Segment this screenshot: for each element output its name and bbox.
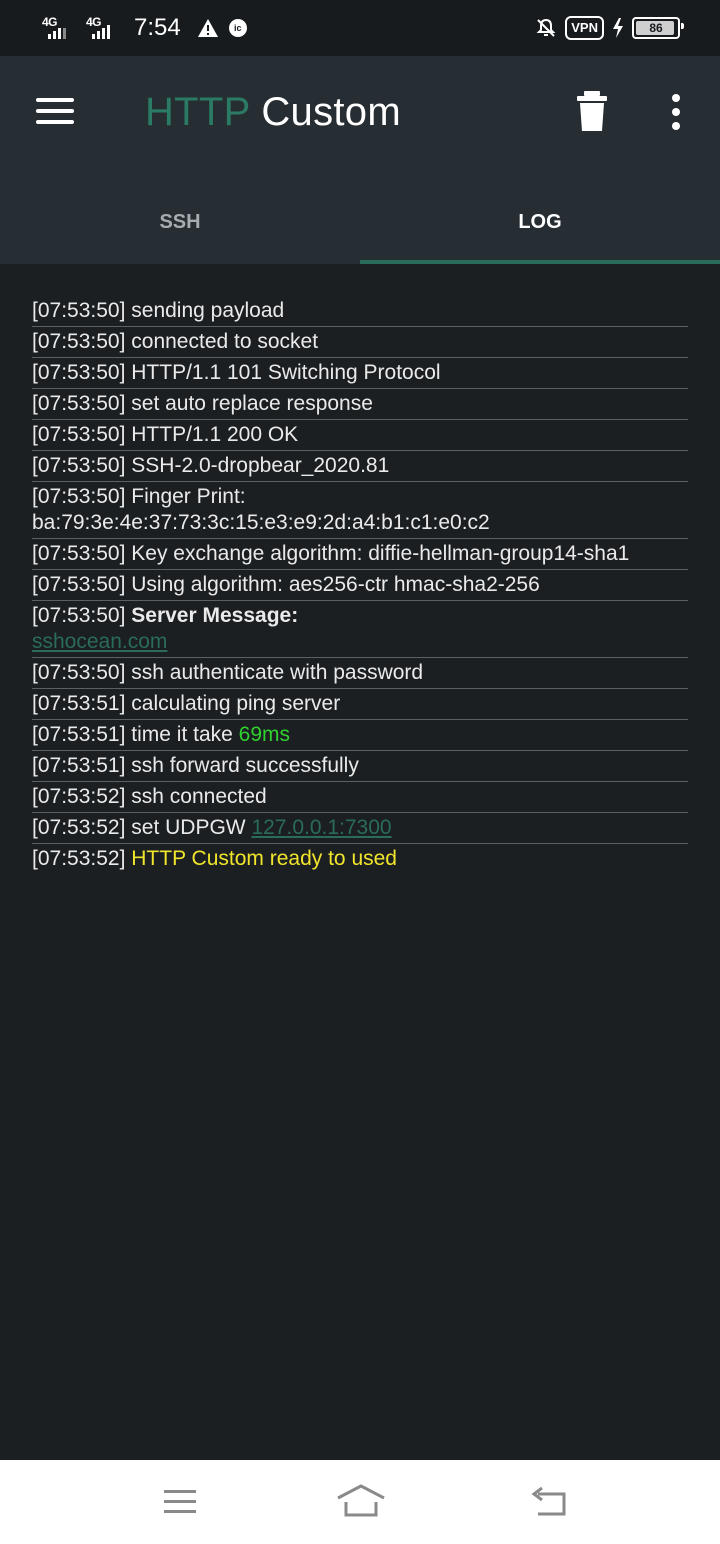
log-row: [07:53:50] Server Message: sshocean.com <box>32 601 688 658</box>
warning-icon <box>197 19 218 37</box>
tab-bar: SSH LOG <box>0 180 720 264</box>
log-row: [07:53:52] HTTP Custom ready to used <box>32 844 688 874</box>
tab-ssh[interactable]: SSH <box>0 180 360 264</box>
delete-log-button[interactable] <box>574 90 610 132</box>
log-timestamp: [07:53:51] <box>32 723 126 746</box>
log-timestamp: [07:53:50] <box>32 542 126 565</box>
log-link[interactable]: 127.0.0.1:7300 <box>251 816 391 839</box>
log-message: SSH-2.0-dropbear_2020.81 <box>131 454 390 477</box>
battery-icon: 86 <box>632 17 684 39</box>
charging-icon <box>613 18 623 38</box>
more-options-button[interactable] <box>664 92 688 132</box>
notification-app-icon: ic <box>228 19 247 37</box>
log-message: calculating ping server <box>131 692 341 715</box>
log-timestamp: [07:53:50] <box>32 604 126 627</box>
log-timestamp: [07:53:50] <box>32 661 126 684</box>
log-timestamp: [07:53:52] <box>32 785 126 808</box>
log-message: set auto replace response <box>131 392 373 415</box>
bell-off-icon <box>536 18 556 37</box>
log-row: [07:53:51] time it take 69ms <box>32 720 688 751</box>
log-timestamp: [07:53:52] <box>32 816 126 839</box>
log-list: [07:53:50] sending payload [07:53:50] con… <box>32 296 688 874</box>
app-title-part1: HTTP <box>145 90 250 134</box>
log-timestamp: [07:53:52] <box>32 847 126 870</box>
log-row: [07:53:50] Finger Print: ba:79:3e:4e:37:7… <box>32 482 688 539</box>
log-message: ssh connected <box>131 785 267 808</box>
status-right: VPN 86 <box>535 14 684 42</box>
log-message: ssh forward successfully <box>131 754 359 777</box>
log-row: [07:53:50] Key exchange algorithm: diffi… <box>32 539 688 570</box>
log-message: time it take <box>131 723 233 746</box>
status-time: 7:54 <box>134 14 181 41</box>
log-timestamp: [07:53:50] <box>32 573 126 596</box>
log-timestamp: [07:53:51] <box>32 754 126 777</box>
log-row: [07:53:50] SSH-2.0-dropbear_2020.81 <box>32 451 688 482</box>
log-message: connected to socket <box>131 330 319 353</box>
log-ping-value: 69ms <box>238 723 291 746</box>
menu-button[interactable] <box>36 94 76 128</box>
log-timestamp: [07:53:50] <box>32 392 126 415</box>
status-bar: 4G 4G 7:54 ic VPN 86 <box>0 0 720 56</box>
app-title-part2: Custom <box>261 90 401 134</box>
signal-icon-2: 4G <box>86 15 120 41</box>
battery-level: 86 <box>649 21 663 35</box>
home-button[interactable] <box>336 1480 386 1524</box>
network-type-1: 4G <box>42 15 58 29</box>
log-message: ssh authenticate with password <box>131 661 424 684</box>
app-bar: HTTP Custom SSH LOG <box>0 56 720 264</box>
navigation-bar <box>0 1460 720 1544</box>
log-timestamp: [07:53:51] <box>32 692 126 715</box>
log-row: [07:53:52] ssh connected <box>32 782 688 813</box>
status-left: 4G 4G 7:54 ic <box>42 12 247 44</box>
log-timestamp: [07:53:50] <box>32 423 126 446</box>
log-timestamp: [07:53:50] <box>32 330 126 353</box>
log-message: HTTP/1.1 101 Switching Protocol <box>131 361 441 384</box>
log-message: Key exchange algorithm: diffie-hellman-g… <box>131 542 630 565</box>
recent-apps-button[interactable] <box>158 1480 202 1524</box>
log-row: [07:53:50] connected to socket <box>32 327 688 358</box>
tab-log[interactable]: LOG <box>360 180 720 264</box>
log-row: [07:53:51] calculating ping server <box>32 689 688 720</box>
log-row: [07:53:50] HTTP/1.1 200 OK <box>32 420 688 451</box>
log-row: [07:53:50] sending payload <box>32 296 688 327</box>
log-row: [07:53:50] Using algorithm: aes256-ctr h… <box>32 570 688 601</box>
vpn-badge: VPN <box>565 16 604 40</box>
log-timestamp: [07:53:50] <box>32 485 126 508</box>
log-message-bold: Server Message: <box>131 604 299 627</box>
log-message: Finger Print: <box>131 485 246 508</box>
log-row: [07:53:51] ssh forward successfully <box>32 751 688 782</box>
log-row: [07:53:50] set auto replace response <box>32 389 688 420</box>
app-title: HTTP Custom <box>145 90 401 135</box>
log-timestamp: [07:53:50] <box>32 454 126 477</box>
log-timestamp: [07:53:50] <box>32 299 126 322</box>
log-message-line2: ba:79:3e:4e:37:73:3c:15:e3:e9:2d:a4:b1:c… <box>32 511 490 534</box>
log-row: [07:53:50] ssh authenticate with passwor… <box>32 658 688 689</box>
log-message: Using algorithm: aes256-ctr hmac-sha2-25… <box>131 573 540 596</box>
log-message: HTTP/1.1 200 OK <box>131 423 299 446</box>
log-link[interactable]: sshocean.com <box>32 630 167 653</box>
log-ready-message: HTTP Custom ready to used <box>131 847 397 870</box>
signal-icon-1: 4G <box>42 15 76 41</box>
log-row: [07:53:52] set UDPGW 127.0.0.1:7300 <box>32 813 688 844</box>
log-message: sending payload <box>131 299 285 322</box>
log-row: [07:53:50] HTTP/1.1 101 Switching Protoc… <box>32 358 688 389</box>
back-button[interactable] <box>528 1480 572 1524</box>
log-message: set UDPGW <box>131 816 246 839</box>
log-timestamp: [07:53:50] <box>32 361 126 384</box>
